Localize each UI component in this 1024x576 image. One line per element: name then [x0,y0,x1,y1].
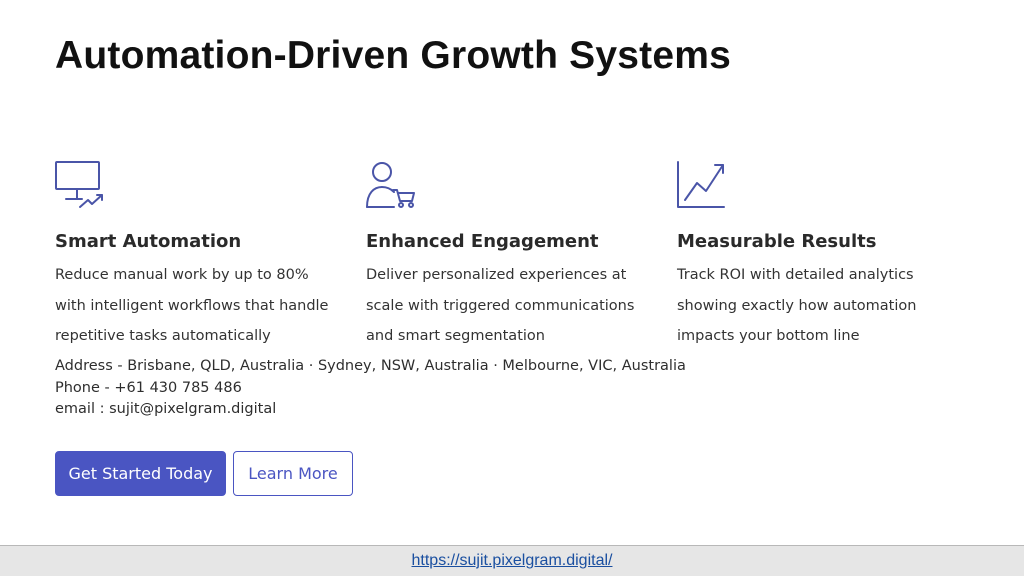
feature-description: Track ROI with detailed analytics showin… [677,260,967,352]
page-title: Automation-Driven Growth Systems [55,34,731,77]
feature-measurable-results: Measurable Results Track ROI with detail… [677,160,967,352]
footer-url-link[interactable]: https://sujit.pixelgram.digital/ [412,552,613,570]
growth-chart-icon [677,160,729,212]
feature-description-line: Deliver personalized experiences at [366,267,627,283]
feature-description-line: and smart segmentation [366,328,545,344]
contact-phone: Phone - +61 430 785 486 [55,379,242,396]
feature-description: Reduce manual work by up to 80% with int… [55,260,345,352]
feature-description: Deliver personalized experiences at scal… [366,260,656,352]
feature-description-line: repetitive tasks automatically [55,328,271,344]
feature-description-line: impacts your bottom line [677,328,860,344]
feature-title: Measurable Results [677,231,877,252]
footer-bar: https://sujit.pixelgram.digital/ [0,545,1024,576]
monitor-trend-icon [55,160,107,212]
contact-email: email : sujit@pixelgram.digital [55,401,277,417]
learn-more-button[interactable]: Learn More [233,451,353,496]
feature-smart-automation: Smart Automation Reduce manual work by u… [55,160,345,352]
user-cart-icon [366,160,418,212]
feature-description-line: scale with triggered communications [366,297,635,314]
feature-title: Smart Automation [55,231,242,252]
contact-address: Address - Brisbane, QLD, Australia · Syd… [55,358,686,374]
feature-description-line: showing exactly how automation [677,297,917,314]
feature-enhanced-engagement: Enhanced Engagement Deliver personalized… [366,160,656,352]
feature-description-line: with intelligent workflows that handle [55,297,329,314]
feature-title: Enhanced Engagement [366,231,599,252]
get-started-button[interactable]: Get Started Today [55,451,226,496]
feature-description-line: Track ROI with detailed analytics [677,267,914,283]
contact-info: Address - Brisbane, QLD, Australia · Syd… [55,356,686,421]
feature-description-line: Reduce manual work by up to 80% [55,267,309,283]
